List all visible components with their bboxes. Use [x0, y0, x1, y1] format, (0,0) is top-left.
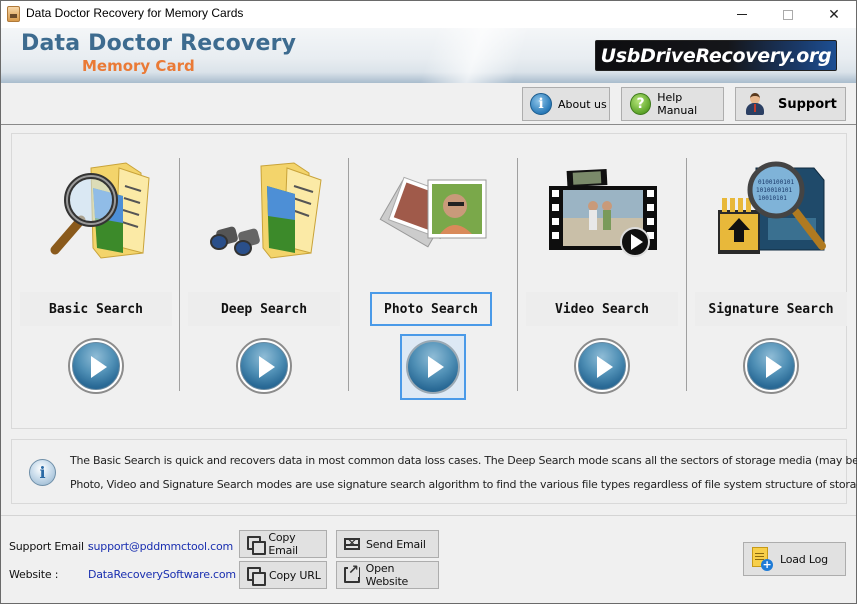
close-button[interactable]: ✕ — [811, 1, 857, 28]
info-icon: i — [29, 459, 56, 486]
copy-icon — [247, 536, 267, 555]
memory-card-magnifier-icon: 0100100101 1010010101 10010101 — [718, 161, 826, 254]
close-icon: ✕ — [828, 6, 840, 23]
site-badge-text: UsbDriveRecovery.org — [600, 44, 832, 67]
svg-text:1010010101: 1010010101 — [756, 187, 793, 194]
svg-text:0100100101: 0100100101 — [758, 179, 795, 186]
send-email-label: Send Email — [366, 537, 426, 551]
title-bar: Data Doctor Recovery for Memory Cards ✕ — [1, 1, 856, 28]
mode-label[interactable]: Basic Search — [20, 292, 172, 326]
about-us-button[interactable]: i About us — [522, 87, 610, 121]
copy-email-label: Copy Email — [268, 531, 298, 557]
mode-signature-search: 0100100101 1010010101 10010101 Signature… — [687, 134, 855, 428]
copy-url-button[interactable]: Copy URL — [239, 561, 327, 589]
play-icon — [240, 342, 288, 390]
website-label: Website : — [9, 568, 59, 581]
load-log-label: Load Log — [780, 552, 828, 566]
search-modes-panel: Basic Search Deep Search Photo Search Vi… — [11, 133, 847, 429]
window-title: Data Doctor Recovery for Memory Cards — [26, 6, 244, 20]
copy-icon — [247, 567, 266, 586]
website-link[interactable]: DataRecoverySoftware.com — [88, 568, 236, 581]
mode-photo-search: Photo Search — [349, 134, 517, 428]
open-website-label: Open Website — [365, 562, 409, 588]
start-photo-search-button[interactable] — [400, 334, 466, 400]
mode-video-search: Video Search — [518, 134, 686, 428]
info-text-line-1: The Basic Search is quick and recovers d… — [70, 454, 857, 467]
maximize-icon — [783, 9, 793, 20]
envelope-icon — [344, 538, 360, 550]
binoculars-folder-icon — [210, 162, 322, 259]
support-email-link[interactable]: support@pddmmctool.com — [88, 540, 233, 553]
user-icon — [746, 93, 764, 115]
app-window: Data Doctor Recovery for Memory Cards ✕ … — [0, 0, 857, 604]
header-banner: Data Doctor Recovery Memory Card UsbDriv… — [1, 28, 856, 83]
open-website-button[interactable]: Open Website — [336, 561, 439, 589]
play-icon — [72, 342, 120, 390]
about-us-label: About us — [558, 97, 607, 111]
start-signature-search-button[interactable] — [743, 338, 799, 394]
minimize-button[interactable] — [719, 1, 765, 28]
support-email-label: Support Email : — [9, 540, 91, 553]
toolbar: i About us ? Help Manual Support — [1, 83, 856, 125]
brand-subtitle: Memory Card — [82, 57, 195, 75]
film-icon — [549, 168, 657, 257]
support-label: Support — [778, 96, 837, 112]
mode-label[interactable]: Signature Search — [695, 292, 847, 326]
copy-email-button[interactable]: Copy Email — [239, 530, 327, 558]
photos-icon — [379, 176, 487, 248]
help-manual-label: Help Manual — [657, 91, 698, 117]
app-icon — [7, 6, 20, 22]
info-icon: i — [530, 93, 552, 115]
help-icon: ? — [630, 93, 652, 115]
info-text-line-2: Photo, Video and Signature Search modes … — [70, 478, 857, 491]
minimize-icon — [737, 14, 747, 15]
start-deep-search-button[interactable] — [236, 338, 292, 394]
play-icon — [578, 342, 626, 390]
log-file-add-icon: + — [752, 547, 773, 571]
info-panel: i The Basic Search is quick and recovers… — [11, 439, 857, 504]
external-link-icon — [344, 564, 360, 583]
start-video-search-button[interactable] — [574, 338, 630, 394]
site-badge: UsbDriveRecovery.org — [595, 40, 837, 71]
mode-deep-search: Deep Search — [180, 134, 348, 428]
load-log-button[interactable]: + Load Log — [743, 542, 846, 576]
send-email-button[interactable]: Send Email — [336, 530, 439, 558]
mode-label[interactable]: Video Search — [526, 292, 678, 326]
mode-label[interactable]: Photo Search — [370, 292, 492, 326]
mode-basic-search: Basic Search — [12, 134, 180, 428]
footer-divider — [1, 515, 856, 516]
start-basic-search-button[interactable] — [68, 338, 124, 394]
maximize-button[interactable] — [765, 1, 811, 28]
svg-text:10010101: 10010101 — [758, 195, 787, 202]
play-icon — [406, 340, 460, 394]
play-icon — [747, 342, 795, 390]
brand-title: Data Doctor Recovery — [21, 31, 297, 56]
copy-url-label: Copy URL — [269, 568, 321, 582]
magnifier-folder-icon — [50, 162, 150, 259]
help-manual-button[interactable]: ? Help Manual — [621, 87, 724, 121]
mode-label[interactable]: Deep Search — [188, 292, 340, 326]
support-button[interactable]: Support — [735, 87, 846, 121]
